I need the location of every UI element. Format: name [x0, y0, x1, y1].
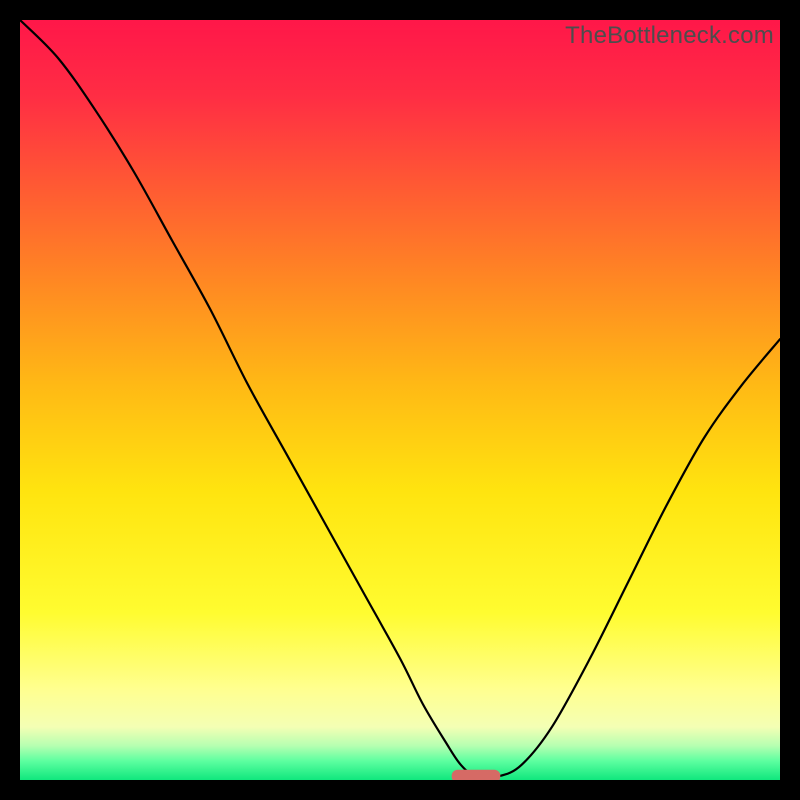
- gradient-background: [20, 20, 780, 780]
- chart-svg: [20, 20, 780, 780]
- plot-area: [20, 20, 780, 780]
- optimal-marker: [452, 770, 501, 780]
- watermark-text: TheBottleneck.com: [565, 22, 774, 50]
- chart-frame: TheBottleneck.com: [20, 20, 780, 780]
